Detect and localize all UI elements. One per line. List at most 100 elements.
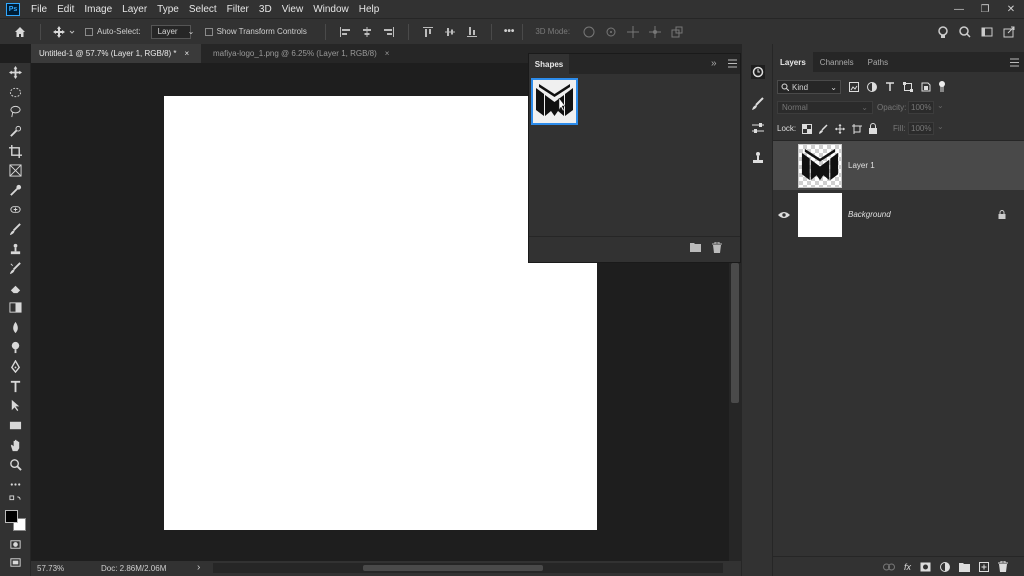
new-layer-icon[interactable] [979, 561, 989, 572]
brush-settings-icon[interactable] [742, 92, 774, 116]
layer-row-layer-1[interactable]: Layer 1 [773, 141, 1024, 190]
search-icon[interactable] [958, 25, 972, 39]
lock-pixels-icon[interactable] [818, 124, 828, 134]
foreground-color-swatch[interactable] [5, 510, 18, 523]
lock-transparent-icon[interactable] [802, 124, 812, 134]
lock-artboard-icon[interactable] [852, 124, 862, 134]
align-bottom-icon[interactable] [465, 25, 479, 39]
shapes-tab[interactable]: Shapes [529, 54, 569, 74]
scrollbar-thumb[interactable] [363, 565, 543, 571]
tab-untitled-1[interactable]: Untitled-1 @ 57.7% (Layer 1, RGB/8) * × [31, 44, 201, 63]
opacity-input[interactable]: 100% [908, 101, 934, 114]
history-brush-tool-icon[interactable] [0, 259, 31, 279]
quick-mask-icon[interactable] [0, 535, 31, 555]
type-tool-icon[interactable] [0, 377, 31, 397]
chevron-down-icon[interactable]: ⌄ [937, 101, 944, 110]
lock-position-icon[interactable] [835, 124, 845, 134]
align-center-icon[interactable] [360, 25, 374, 39]
auto-select-checkbox[interactable] [85, 27, 93, 36]
delete-trash-icon[interactable] [998, 561, 1008, 572]
menu-select[interactable]: Select [184, 4, 222, 15]
workspace-icon[interactable] [980, 25, 994, 39]
lock-all-icon[interactable] [868, 123, 878, 134]
crop-tool-icon[interactable] [0, 141, 31, 161]
visibility-toggle-off[interactable] [779, 161, 789, 171]
fx-icon[interactable]: fx [904, 562, 911, 572]
3d-scale-icon[interactable] [670, 25, 684, 39]
swap-colors-icon[interactable] [0, 494, 31, 508]
blend-mode-dropdown[interactable]: Normal ⌄ [777, 101, 873, 114]
edit-toolbar-icon[interactable] [0, 474, 31, 494]
mafiya-logo-shape[interactable] [531, 78, 578, 125]
eraser-tool-icon[interactable] [0, 279, 31, 299]
filter-type-icon[interactable] [885, 82, 895, 92]
menu-window[interactable]: Window [308, 4, 354, 15]
zoom-tool-icon[interactable] [0, 455, 31, 475]
layer-filter-dropdown[interactable]: Kind ⌄ [777, 80, 841, 94]
clone-stamp-tool-icon[interactable] [0, 239, 31, 259]
layer-name[interactable]: Layer 1 [848, 161, 875, 170]
tab-layers[interactable]: Layers [773, 52, 813, 72]
color-swatches[interactable] [5, 510, 27, 532]
status-menu-arrow[interactable]: › [197, 562, 200, 573]
auto-select-dropdown[interactable]: Layer ⌄ [150, 24, 194, 39]
move-tool-icon[interactable] [0, 63, 31, 83]
align-middle-icon[interactable] [443, 25, 457, 39]
close-icon[interactable]: × [185, 49, 190, 58]
zoom-level[interactable]: 57.73% [37, 564, 64, 573]
delete-trash-icon[interactable] [712, 242, 722, 253]
menu-view[interactable]: View [277, 4, 309, 15]
collapse-panel-icon[interactable]: » [711, 58, 717, 69]
lasso-tool-icon[interactable] [0, 102, 31, 122]
adjustments-icon[interactable] [742, 116, 774, 140]
brush-tool-icon[interactable] [0, 220, 31, 240]
3d-orbit-icon[interactable] [582, 25, 596, 39]
eye-icon[interactable] [778, 210, 790, 220]
add-mask-icon[interactable] [920, 562, 931, 572]
align-top-icon[interactable] [421, 25, 435, 39]
more-options-button[interactable]: ••• [504, 26, 515, 37]
3d-pan-icon[interactable] [626, 25, 640, 39]
menu-filter[interactable]: Filter [222, 4, 254, 15]
clone-source-icon[interactable] [742, 146, 774, 170]
gradient-tool-icon[interactable] [0, 298, 31, 318]
tab-channels[interactable]: Channels [813, 52, 861, 72]
quick-selection-tool-icon[interactable] [0, 122, 31, 142]
filter-smart-object-icon[interactable] [921, 82, 931, 92]
adjustment-layer-icon[interactable] [940, 561, 950, 572]
minimize-button[interactable]: — [946, 0, 972, 18]
align-right-icon[interactable] [382, 25, 396, 39]
share-icon[interactable] [1002, 25, 1016, 39]
home-icon[interactable] [8, 25, 32, 39]
chevron-down-icon[interactable]: ⌄ [937, 122, 944, 131]
menu-help[interactable]: Help [354, 4, 385, 15]
layer-row-background[interactable]: Background [773, 190, 1024, 239]
marquee-tool-icon[interactable] [0, 83, 31, 103]
healing-brush-tool-icon[interactable] [0, 200, 31, 220]
history-panel-icon[interactable] [742, 60, 774, 84]
menu-3d[interactable]: 3D [254, 4, 277, 15]
link-layers-icon[interactable] [882, 563, 895, 571]
move-tool-icon[interactable] [49, 25, 79, 39]
pen-tool-icon[interactable] [0, 357, 31, 377]
path-selection-tool-icon[interactable] [0, 396, 31, 416]
screen-mode-icon[interactable] [0, 553, 31, 573]
blur-tool-icon[interactable] [0, 318, 31, 338]
panel-menu-icon[interactable] [1004, 52, 1024, 72]
tab-mafiya-logo[interactable]: mafiya-logo_1.png @ 6.25% (Layer 1, RGB/… [205, 44, 420, 63]
3d-slide-icon[interactable] [648, 25, 662, 39]
panel-menu-icon[interactable] [728, 59, 737, 68]
new-group-folder-icon[interactable] [690, 242, 701, 252]
fill-input[interactable]: 100% [908, 122, 934, 135]
learn-icon[interactable] [936, 25, 950, 39]
menu-image[interactable]: Image [79, 4, 117, 15]
3d-roll-icon[interactable] [604, 25, 618, 39]
horizontal-scrollbar[interactable] [213, 563, 723, 573]
close-icon[interactable]: × [385, 49, 390, 58]
menu-edit[interactable]: Edit [52, 4, 79, 15]
filter-pixel-icon[interactable] [849, 82, 859, 92]
menu-file[interactable]: File [26, 4, 52, 15]
scrollbar-thumb[interactable] [731, 263, 739, 403]
filter-shape-icon[interactable] [903, 82, 913, 92]
rectangle-tool-icon[interactable] [0, 416, 31, 436]
